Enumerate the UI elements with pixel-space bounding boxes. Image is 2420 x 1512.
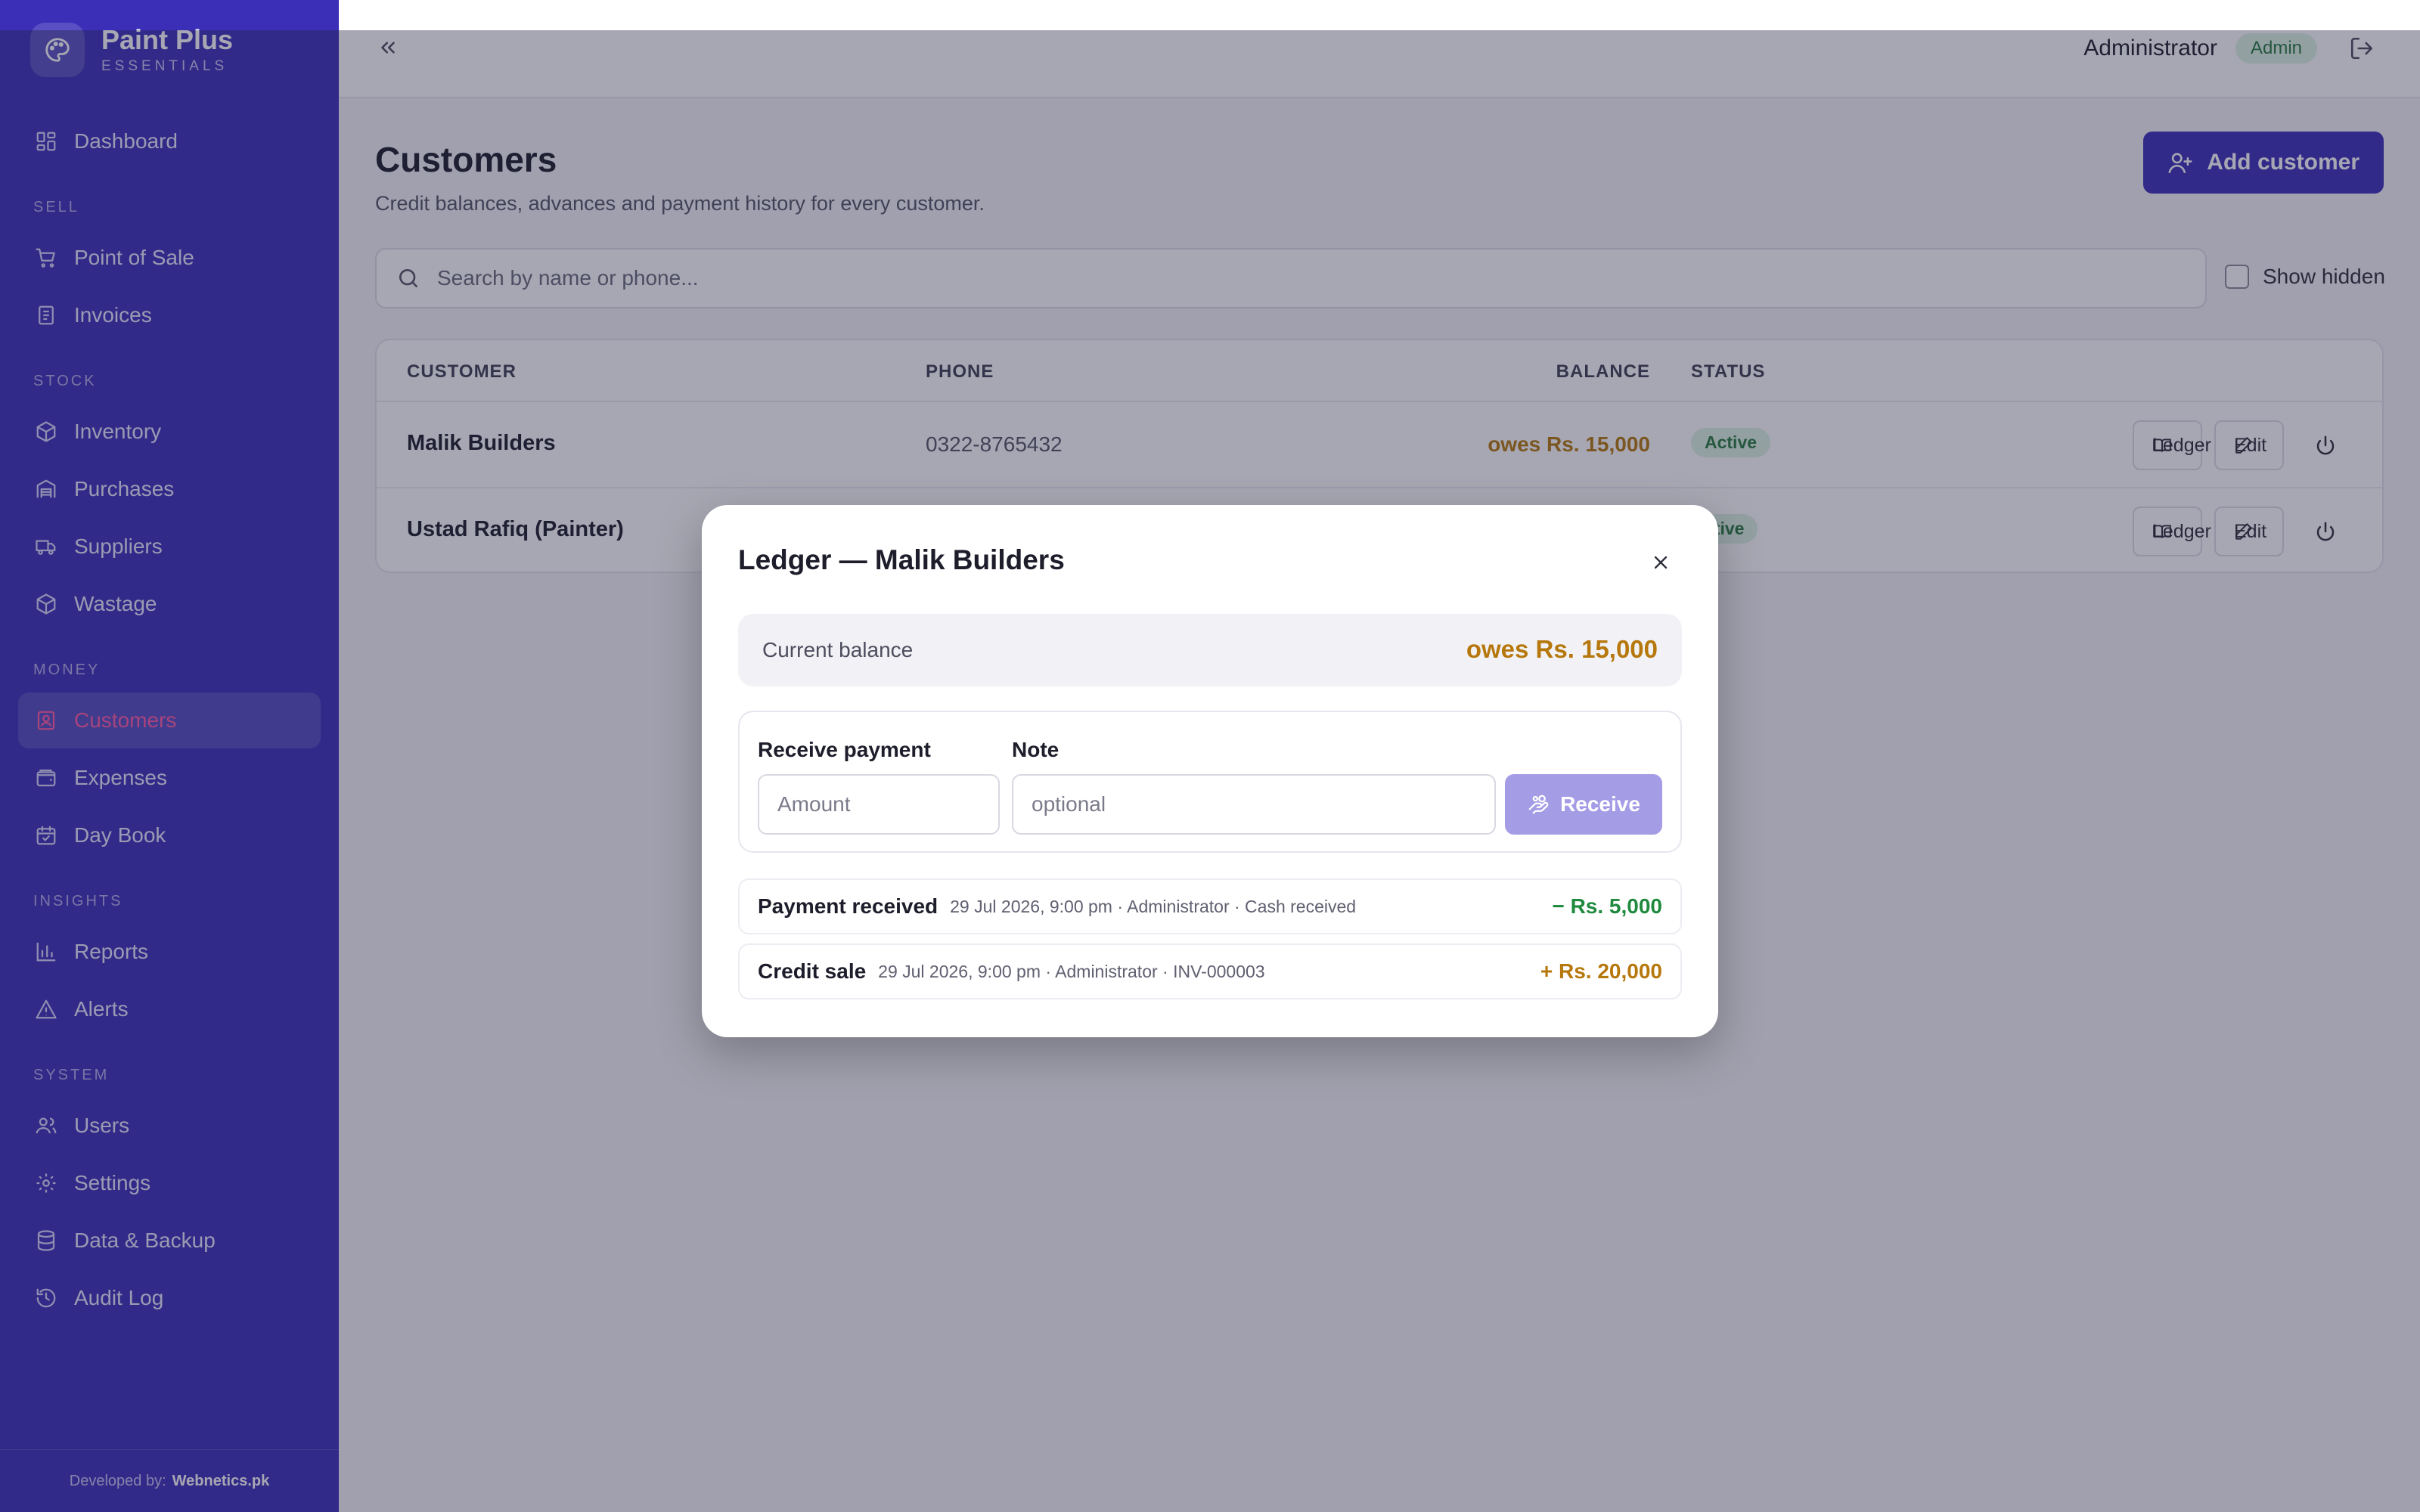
ledger-entry: Credit sale 29 Jul 2026, 9:00 pm · Admin… <box>738 943 1682 999</box>
entry-title: Credit sale <box>758 959 867 983</box>
balance-value: owes Rs. 15,000 <box>1466 635 1658 663</box>
receive-label: Receive <box>1560 792 1640 816</box>
ledger-entry: Payment received 29 Jul 2026, 9:00 pm · … <box>738 878 1682 934</box>
entry-amount: − Rs. 5,000 <box>1552 894 1662 918</box>
entry-title: Payment received <box>758 894 939 918</box>
ledger-modal: Ledger — Malik Builders Current balance … <box>702 505 1718 1037</box>
receive-button[interactable]: Receive <box>1505 774 1662 835</box>
receive-payment-label: Receive payment <box>758 738 931 761</box>
entry-amount: + Rs. 20,000 <box>1540 959 1662 983</box>
close-button[interactable] <box>1650 552 1671 573</box>
entry-meta: 29 Jul 2026, 9:00 pm · Administrator · C… <box>950 896 1357 916</box>
entry-meta: 29 Jul 2026, 9:00 pm · Administrator · I… <box>878 961 1265 981</box>
hand-coins-icon <box>1528 795 1549 814</box>
receive-payment-form: Receive payment Note Amount optional Rec… <box>738 711 1682 853</box>
note-label: Note <box>1012 738 1060 761</box>
close-icon <box>1654 556 1668 569</box>
amount-input[interactable]: Amount <box>758 774 1000 835</box>
current-balance-card: Current balance owes Rs. 15,000 <box>738 614 1682 686</box>
balance-label: Current balance <box>762 638 914 662</box>
modal-title: Ledger — Malik Builders <box>738 544 1065 575</box>
note-input[interactable]: optional <box>1012 774 1496 835</box>
